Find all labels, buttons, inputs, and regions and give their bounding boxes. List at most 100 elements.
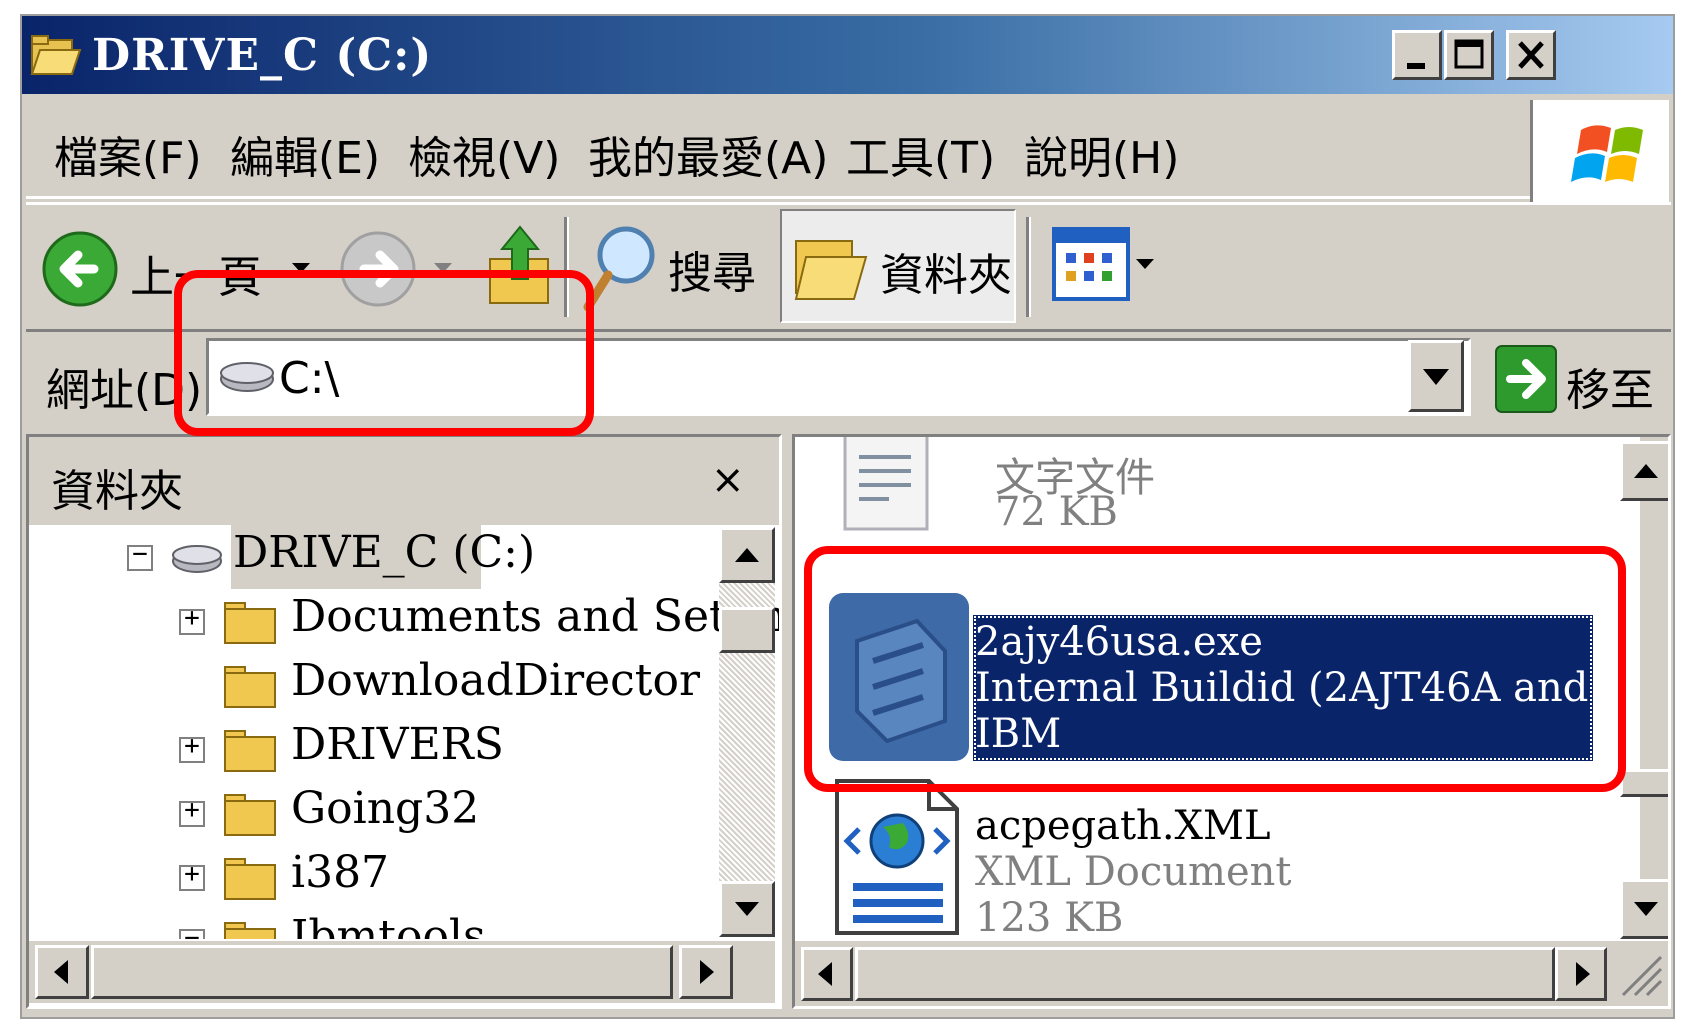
folders-vertical-scrollbar[interactable] xyxy=(719,527,775,937)
file-size: 123 KB xyxy=(975,895,1124,941)
files-vertical-scrollbar[interactable] xyxy=(1620,437,1668,939)
up-folder-icon[interactable] xyxy=(486,219,556,309)
tree-item[interactable]: + DRIVERS xyxy=(179,717,739,777)
minimize-icon xyxy=(1407,63,1425,69)
menu-edit[interactable]: 編輯(E) xyxy=(230,122,380,186)
close-button[interactable] xyxy=(1506,30,1556,80)
window-title: DRIVE_C (C:) xyxy=(92,30,433,81)
tree-item[interactable]: − DRIVE_C (C:) xyxy=(119,525,679,589)
menu-favorites[interactable]: 我的最愛(A) xyxy=(588,122,828,186)
file-item[interactable]: 文字文件 72 KB xyxy=(795,437,1595,547)
arrow-right-icon xyxy=(1576,962,1590,986)
scroll-thumb[interactable] xyxy=(91,945,673,999)
scroll-thumb[interactable] xyxy=(1620,769,1668,797)
tree-item[interactable]: + i387 xyxy=(179,845,739,905)
menu-bar: 檔案(F) 編輯(E) 檢視(V) 我的最愛(A) 工具(T) 說明(H) xyxy=(26,100,1536,199)
title-bar[interactable]: DRIVE_C (C:) xyxy=(22,16,1673,94)
arrow-down-icon xyxy=(1634,902,1658,916)
maximize-button[interactable] xyxy=(1444,30,1494,80)
scroll-down-button[interactable] xyxy=(1620,879,1668,939)
folder-icon xyxy=(224,602,276,644)
file-size: 72 KB xyxy=(995,489,1118,535)
scroll-thumb[interactable] xyxy=(855,947,1555,1001)
tree-item-label: Going32 xyxy=(291,783,480,834)
expand-toggle[interactable]: + xyxy=(179,603,205,635)
close-icon xyxy=(1518,41,1544,69)
files-horizontal-scrollbar[interactable] xyxy=(795,941,1668,1006)
folders-pane: 資料夾 × − DRIVE_C (C:) + Documents and Set… xyxy=(26,434,782,1009)
xml-document-icon xyxy=(835,779,959,935)
menu-view[interactable]: 檢視(V) xyxy=(408,122,560,186)
menu-tools[interactable]: 工具(T) xyxy=(846,122,995,186)
file-type: XML Document xyxy=(975,849,1292,895)
folder-icon xyxy=(224,794,276,836)
arrow-left-icon xyxy=(54,960,68,984)
file-company: IBM xyxy=(975,711,1062,757)
forward-dropdown-icon[interactable] xyxy=(432,261,456,277)
folders-button-label: 資料夾 xyxy=(880,250,1012,301)
views-dropdown-icon[interactable] xyxy=(1134,257,1158,273)
tree-item-label: i387 xyxy=(291,847,390,898)
tree-item-label: DRIVERS xyxy=(291,719,504,770)
scroll-right-button[interactable] xyxy=(679,945,733,999)
address-label: 網址(D) xyxy=(46,365,203,416)
scroll-up-button[interactable] xyxy=(1620,441,1668,501)
minimize-button[interactable] xyxy=(1392,30,1442,80)
menu-help[interactable]: 說明(H) xyxy=(1024,122,1179,186)
address-value: C:\ xyxy=(279,353,340,404)
views-icon[interactable] xyxy=(1052,227,1132,303)
scroll-right-button[interactable] xyxy=(1555,947,1607,1001)
expand-toggle[interactable]: + xyxy=(179,731,205,763)
back-dropdown-icon[interactable] xyxy=(290,261,314,277)
menu-file[interactable]: 檔案(F) xyxy=(54,122,202,186)
folder-icon xyxy=(224,730,276,772)
expand-toggle[interactable]: + xyxy=(179,859,205,891)
tree-item[interactable]: + Going32 xyxy=(179,781,739,841)
drive-icon xyxy=(172,545,222,573)
expand-toggle[interactable]: + xyxy=(179,795,205,827)
tree-item[interactable]: + Documents and Settings xyxy=(179,589,779,649)
tree-item-label: Ibmtools xyxy=(291,911,486,939)
arrow-right-icon xyxy=(700,960,714,984)
selection-highlight: 2ajy46usa.exe Internal Buildid (2AJT46A … xyxy=(973,615,1668,761)
folders-button[interactable]: 資料夾 xyxy=(780,209,1016,323)
back-button-label[interactable]: 上一頁 xyxy=(130,241,262,305)
search-button-label[interactable]: 搜尋 xyxy=(668,237,756,301)
explorer-window: DRIVE_C (C:) 檔案(F) 編輯(E) 檢視(V) 我的最愛(A) 工… xyxy=(20,14,1675,1019)
windows-flag-icon xyxy=(1571,125,1643,182)
tree-item-label: DownloadDirector xyxy=(291,655,700,706)
tree-item[interactable]: DownloadDirector xyxy=(179,653,739,713)
open-folder-icon xyxy=(30,35,82,75)
text-document-icon xyxy=(843,437,929,531)
forward-arrow-icon[interactable] xyxy=(338,229,418,309)
scroll-up-button[interactable] xyxy=(719,527,775,583)
folders-pane-close-button[interactable]: × xyxy=(711,457,745,503)
folders-pane-header: 資料夾 × xyxy=(29,437,779,525)
toolbar: 上一頁 搜尋 資料夾 xyxy=(26,202,1671,332)
arrow-down-icon xyxy=(735,902,759,916)
collapse-toggle[interactable]: − xyxy=(127,539,153,571)
scroll-left-button[interactable] xyxy=(801,947,853,1001)
expand-toggle[interactable]: − xyxy=(179,923,205,939)
scroll-left-button[interactable] xyxy=(35,945,89,999)
ibm-installer-icon xyxy=(829,593,969,761)
search-icon[interactable] xyxy=(582,217,662,317)
address-input[interactable]: C:\ xyxy=(206,338,1471,416)
folder-icon xyxy=(224,666,276,708)
address-dropdown-button[interactable] xyxy=(1408,340,1464,412)
maximize-icon xyxy=(1454,39,1484,69)
back-arrow-icon[interactable] xyxy=(40,229,120,309)
go-button-label[interactable]: 移至 xyxy=(1566,354,1654,418)
tree-item[interactable]: − Ibmtools xyxy=(179,909,739,939)
folders-horizontal-scrollbar[interactable] xyxy=(29,941,775,1003)
chevron-down-icon xyxy=(1423,369,1449,385)
file-description: Internal Buildid (2AJT46A and 2AJ... xyxy=(975,665,1671,711)
go-arrow-icon[interactable] xyxy=(1494,344,1558,414)
folder-icon xyxy=(224,922,276,939)
file-name: 2ajy46usa.exe xyxy=(975,619,1263,665)
scroll-thumb[interactable] xyxy=(719,607,775,653)
resize-grip-icon[interactable] xyxy=(1615,949,1665,999)
scroll-down-button[interactable] xyxy=(719,881,775,937)
drive-icon xyxy=(220,362,274,392)
file-name: acpegath.XML xyxy=(975,803,1271,849)
